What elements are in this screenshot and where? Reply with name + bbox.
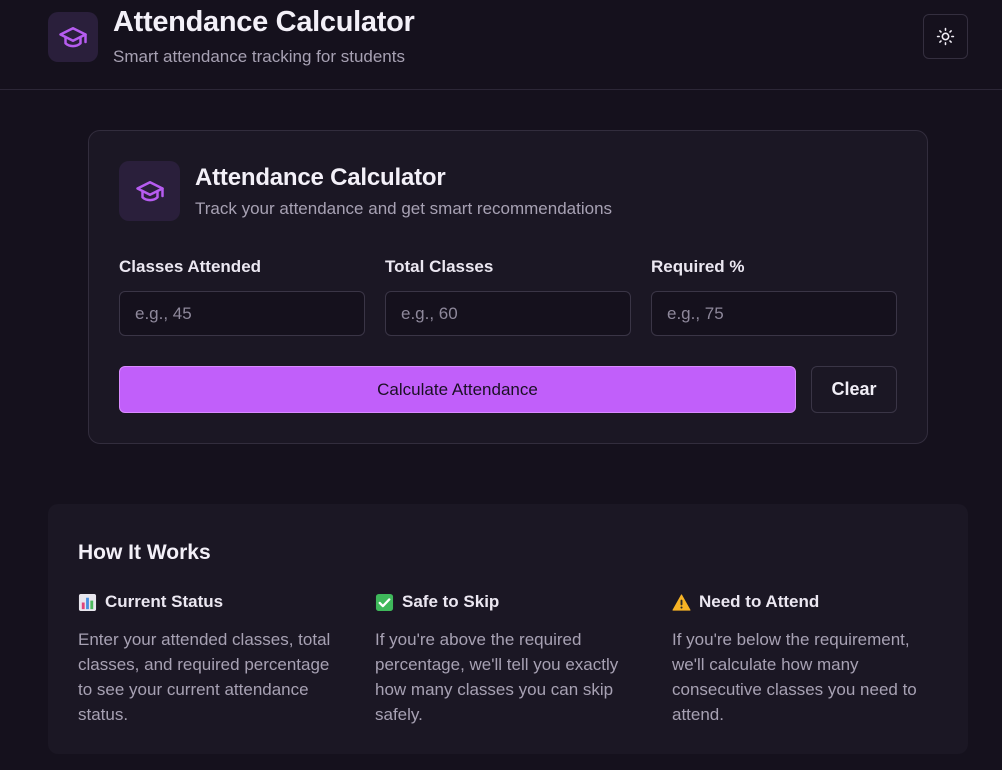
classes-attended-label: Classes Attended xyxy=(119,257,262,276)
how-item-current-status: Current Status Enter your attended class… xyxy=(78,592,348,727)
total-classes-label: Total Classes xyxy=(385,257,494,276)
app-title: Attendance Calculator xyxy=(113,6,415,38)
how-item-title: Need to Attend xyxy=(699,592,820,611)
how-item-text: If you're below the requirement, we'll c… xyxy=(672,630,917,724)
calculator-card: Attendance Calculator Track your attenda… xyxy=(88,130,928,444)
calculate-attendance-button[interactable]: Calculate Attendance xyxy=(119,366,796,413)
app-subtitle: Smart attendance tracking for students xyxy=(113,47,405,66)
bar-chart-icon xyxy=(78,593,97,611)
how-item-text: If you're above the required percentage,… xyxy=(375,630,619,724)
theme-toggle-button[interactable] xyxy=(923,14,968,59)
sun-icon xyxy=(936,27,955,46)
how-item-need-to-attend: Need to Attend If you're below the requi… xyxy=(672,592,942,727)
how-item-title: Current Status xyxy=(105,592,224,611)
graduation-cap-icon xyxy=(59,27,87,48)
required-percent-input[interactable] xyxy=(651,291,897,336)
how-item-safe-to-skip: Safe to Skip If you're above the require… xyxy=(375,592,645,727)
warning-icon xyxy=(672,593,691,611)
check-mark-icon xyxy=(375,593,394,611)
app-logo xyxy=(48,12,98,62)
clear-button[interactable]: Clear xyxy=(811,366,897,413)
app-header: Attendance Calculator Smart attendance t… xyxy=(0,0,1002,90)
required-percent-label: Required % xyxy=(651,257,745,276)
how-it-works-title: How It Works xyxy=(78,541,211,564)
how-it-works-section: How It Works Current Status Enter your a… xyxy=(48,504,968,754)
total-classes-input[interactable] xyxy=(385,291,631,336)
how-item-text: Enter your attended classes, total class… xyxy=(78,630,331,724)
classes-attended-input[interactable] xyxy=(119,291,365,336)
how-item-title: Safe to Skip xyxy=(402,592,500,611)
graduation-cap-icon xyxy=(135,181,164,202)
calculator-title: Attendance Calculator xyxy=(195,164,446,191)
calculator-subtitle: Track your attendance and get smart reco… xyxy=(195,199,613,218)
calculator-icon-box xyxy=(119,161,180,221)
